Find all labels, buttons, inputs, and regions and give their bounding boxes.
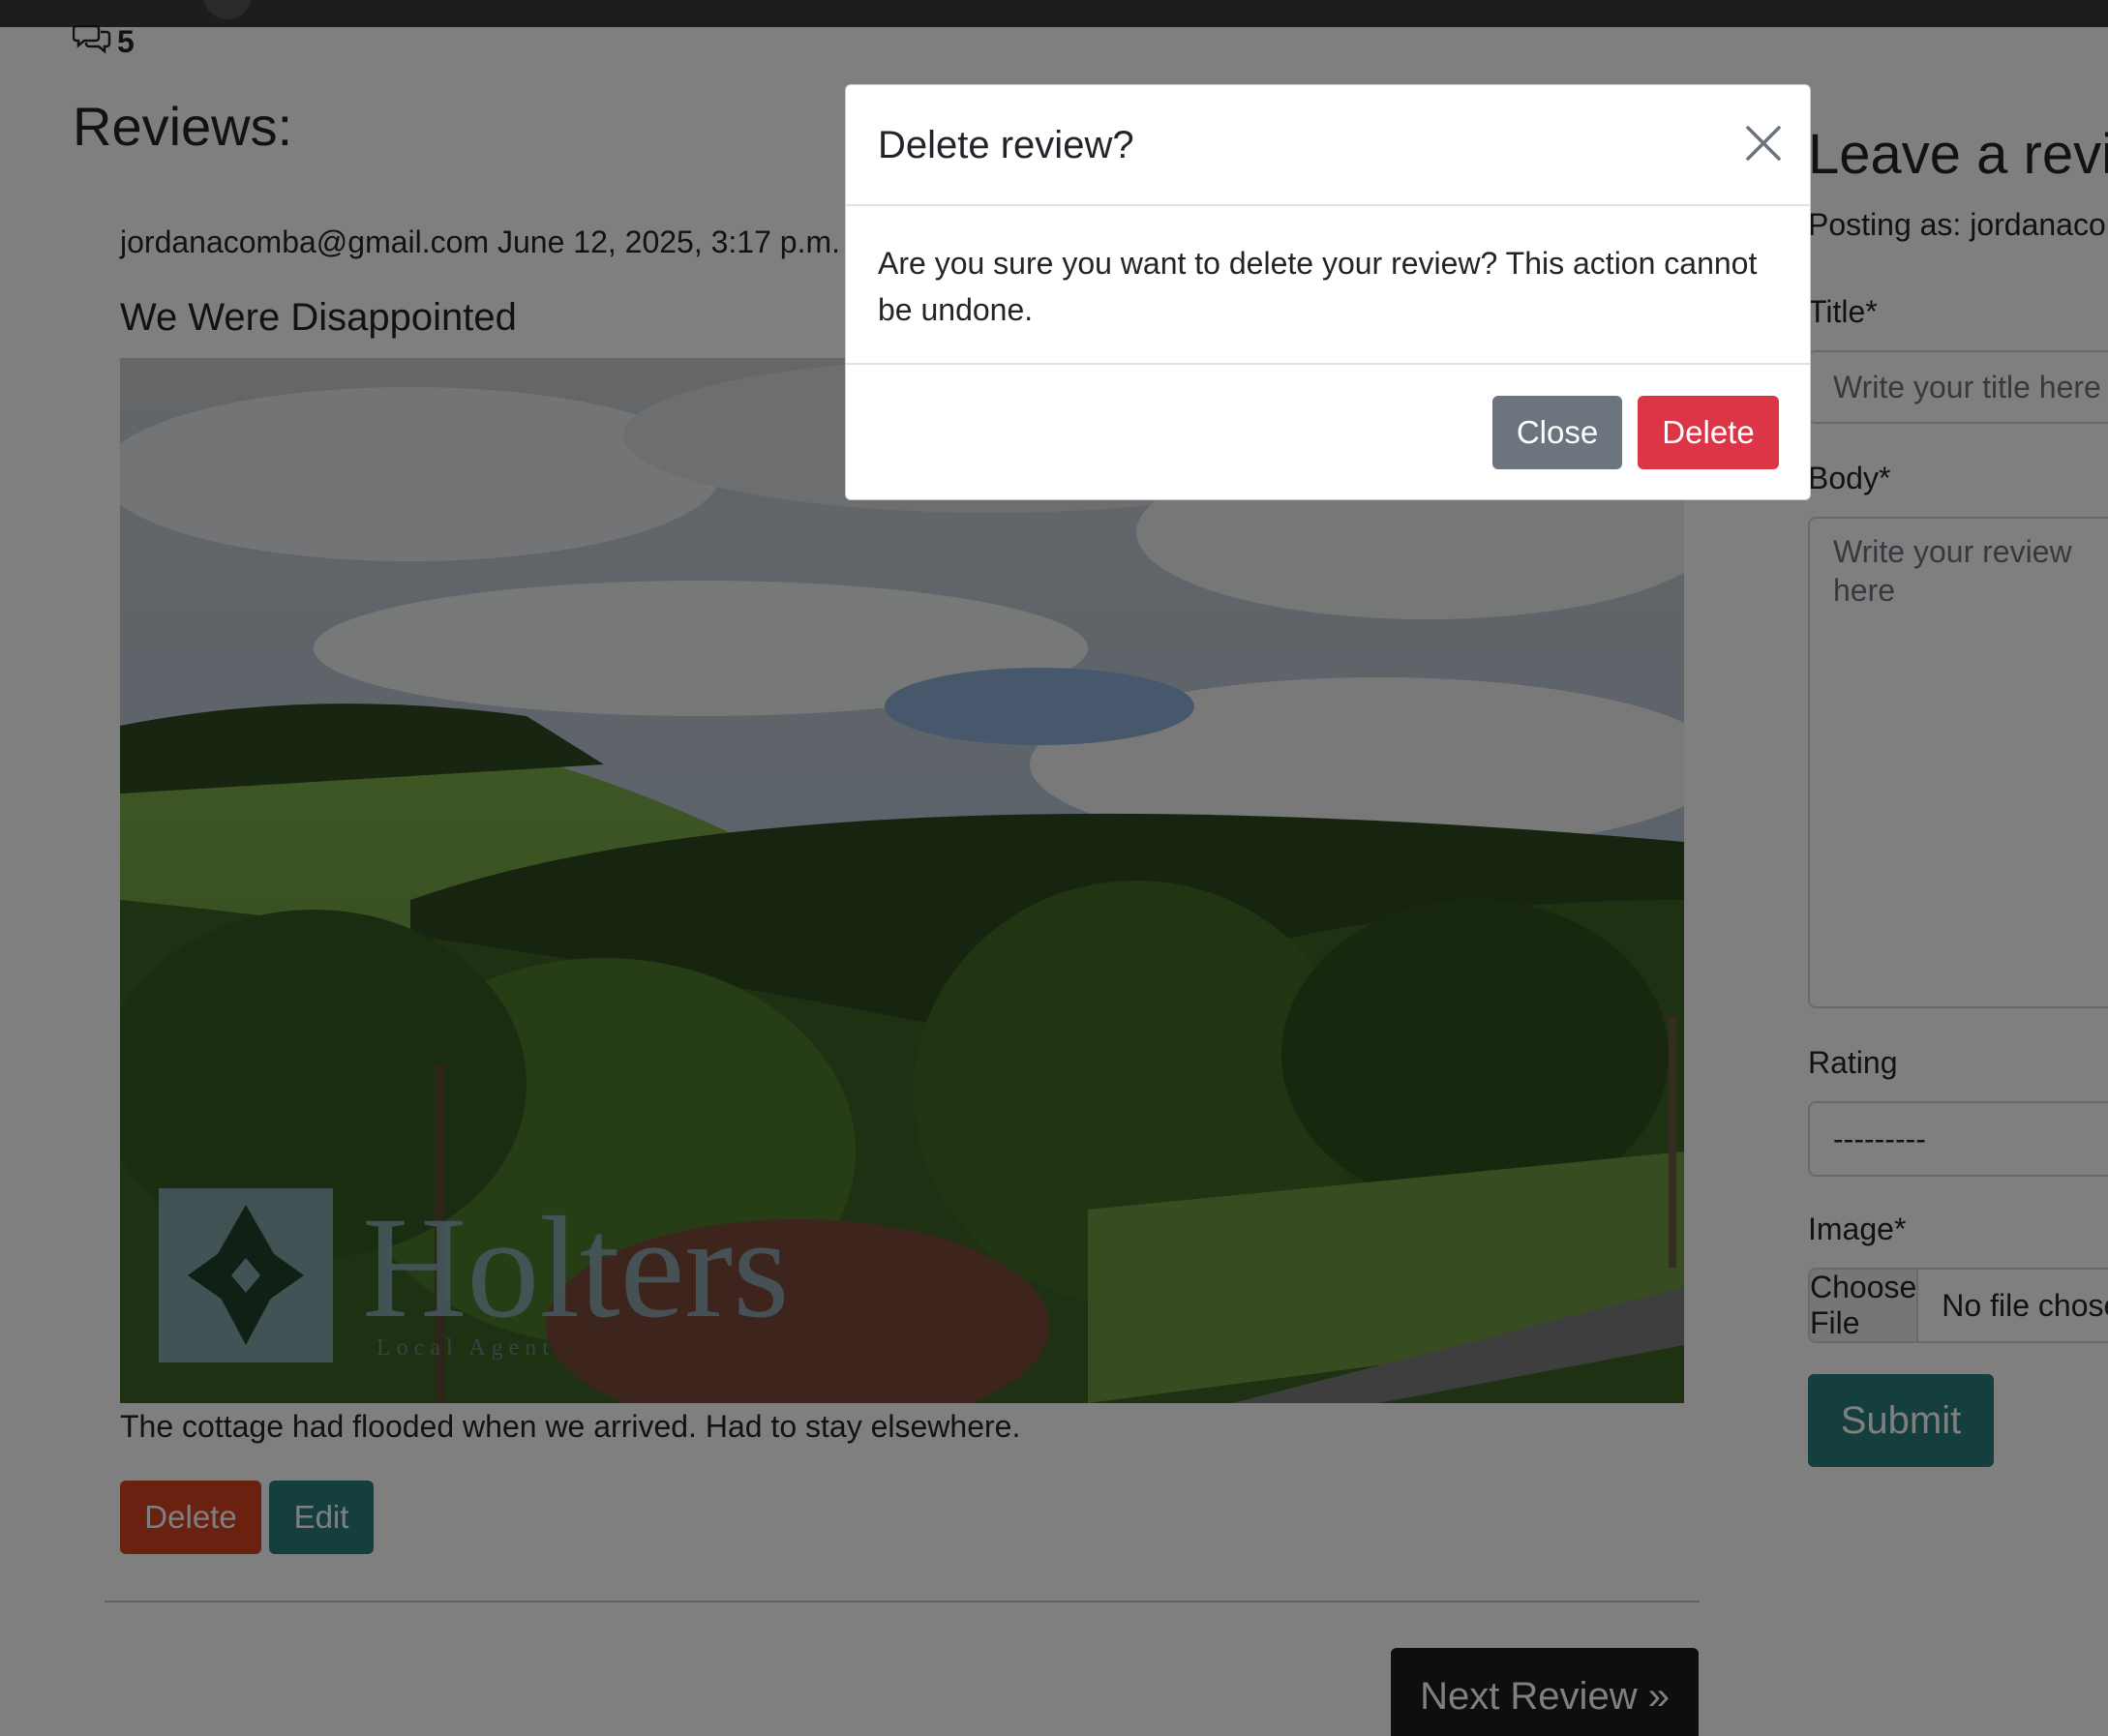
modal-footer-divider (846, 363, 1810, 365)
modal-header: Delete review? (846, 85, 1810, 206)
delete-review-modal: Delete review? Are you sure you want to … (845, 84, 1811, 500)
modal-close-button[interactable] (1742, 122, 1785, 165)
close-icon (1742, 126, 1785, 167)
page: 5 Reviews: jordanacomba@gmail.com June 1… (0, 0, 2108, 1736)
modal-title: Delete review? (878, 124, 1134, 166)
modal-cancel-button[interactable]: Close (1492, 396, 1622, 469)
modal-confirm-delete-button[interactable]: Delete (1638, 396, 1779, 469)
modal-message: Are you sure you want to delete your rev… (878, 246, 1758, 327)
